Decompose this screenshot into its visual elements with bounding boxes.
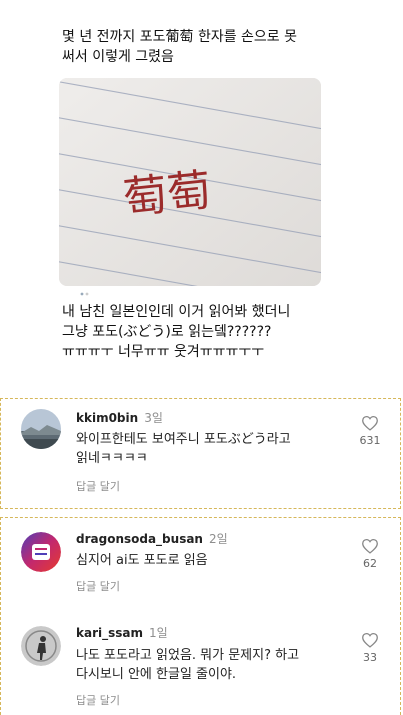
avatar[interactable] <box>21 409 61 449</box>
post-text-bottom: 내 남친 일본인인데 이거 읽어봐 했더니 그냥 포도(ぶどう)로 읽는뎈???… <box>62 304 291 360</box>
comment-item: kkim0bin 3일 와이프한테도 보여주니 포도ぶどう라고 읽네ㅋㅋㅋㅋ 답글… <box>1 399 402 493</box>
avatar[interactable] <box>21 532 61 572</box>
heart-icon <box>362 415 378 431</box>
post-image[interactable]: 萄萄 <box>59 78 321 286</box>
comment-time: 2일 <box>208 532 228 546</box>
comment-item: kari_ssam 1일 나도 포도라고 읽었음. 뭐가 문제지? 하고 다시보니… <box>1 612 402 712</box>
comment-card: kkim0bin 3일 와이프한테도 보여주니 포도ぶどう라고 읽네ㅋㅋㅋㅋ 답글… <box>0 398 401 509</box>
comment-time: 1일 <box>149 626 168 640</box>
avatar-landscape-icon <box>21 409 61 449</box>
avatar-logo-icon <box>21 532 61 572</box>
like-count: 33 <box>363 651 377 664</box>
comment-username[interactable]: dragonsoda_busan 2일 <box>76 530 228 547</box>
comment-text: 와이프한테도 보여주니 포도ぶどう라고 읽네ㅋㅋㅋㅋ <box>76 432 291 466</box>
heart-icon <box>362 538 378 554</box>
username-text[interactable]: kkim0bin <box>76 411 138 425</box>
avatar-person-icon <box>21 626 61 666</box>
comment-text: 나도 포도라고 읽었음. 뭐가 문제지? 하고 다시보니 안에 한글일 줄이야. <box>76 648 300 682</box>
comment-card: dragonsoda_busan 2일 심지어 ai도 포도로 읽음 답글 달기 … <box>0 517 401 715</box>
comment-item: dragonsoda_busan 2일 심지어 ai도 포도로 읽음 답글 달기 … <box>1 518 402 608</box>
like-button[interactable]: 33 <box>353 632 387 664</box>
carousel-dots-icon <box>80 292 89 296</box>
like-count: 631 <box>359 434 381 447</box>
notebook-paper-image: 萄萄 <box>59 78 321 286</box>
like-button[interactable]: 62 <box>353 538 387 570</box>
heart-icon <box>362 632 378 648</box>
reply-button[interactable]: 답글 달기 <box>76 578 120 594</box>
username-text[interactable]: dragonsoda_busan <box>76 532 203 546</box>
like-button[interactable]: 631 <box>353 415 387 447</box>
like-count: 62 <box>363 557 377 570</box>
comment-text: 심지어 ai도 포도로 읽음 <box>76 553 208 568</box>
comment-username[interactable]: kkim0bin 3일 <box>76 409 163 426</box>
username-text[interactable]: kari_ssam <box>76 626 143 640</box>
avatar[interactable] <box>21 626 61 666</box>
reply-button[interactable]: 답글 달기 <box>76 478 120 494</box>
post-text-top: 몇 년 전까지 포도葡萄 한자를 손으로 못 써서 이렇게 그렸음 <box>62 29 298 65</box>
comment-username[interactable]: kari_ssam 1일 <box>76 624 168 641</box>
comment-time: 3일 <box>144 411 163 425</box>
handwritten-characters: 萄萄 <box>121 165 214 225</box>
reply-button[interactable]: 답글 달기 <box>76 692 120 708</box>
